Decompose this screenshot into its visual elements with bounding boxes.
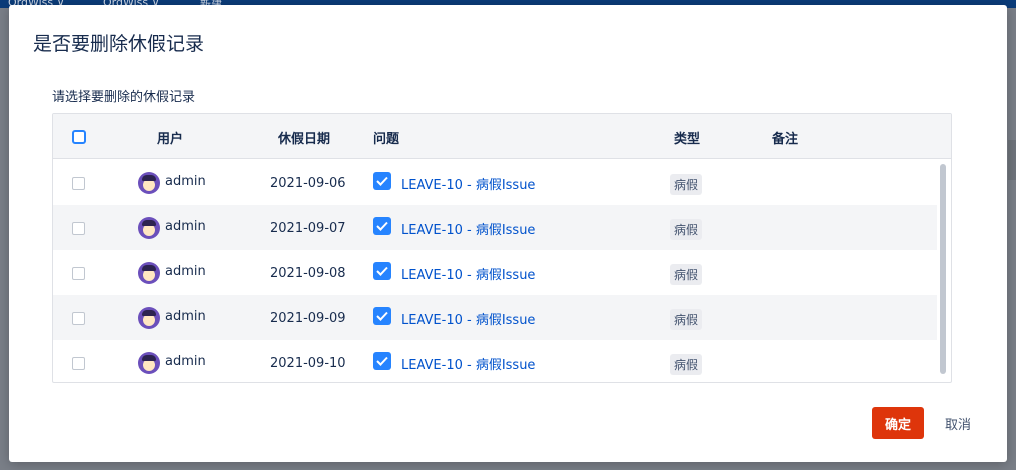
row-select-checkbox[interactable] — [72, 222, 85, 235]
dialog-subtitle: 请选择要删除的休假记录 — [52, 90, 196, 105]
select-all-checkbox[interactable] — [72, 130, 86, 144]
type-badge: 病假 — [670, 354, 703, 375]
table-scrollbar[interactable] — [939, 161, 947, 381]
row-date: 2021-09-09 — [270, 311, 346, 326]
check-icon — [376, 176, 388, 186]
avatar-icon — [138, 217, 160, 239]
background-strip — [1008, 140, 1016, 180]
row-select-checkbox[interactable] — [72, 267, 85, 280]
row-date: 2021-09-08 — [270, 266, 346, 281]
check-icon — [376, 311, 388, 321]
column-user: 用户 — [157, 132, 184, 147]
table-header: 用户 休假日期 问题 类型 备注 — [53, 114, 951, 159]
issue-link[interactable]: LEAVE-10 - 病假Issue — [401, 309, 535, 328]
issue-checkbox[interactable] — [373, 352, 391, 370]
row-date: 2021-09-10 — [270, 356, 346, 371]
column-date: 休假日期 — [278, 132, 331, 147]
avatar-icon — [138, 172, 160, 194]
type-badge: 病假 — [670, 174, 703, 195]
confirm-button[interactable]: 确定 — [872, 407, 924, 439]
issue-checkbox[interactable] — [373, 307, 391, 325]
issue-checkbox[interactable] — [373, 262, 391, 280]
row-date: 2021-09-06 — [270, 176, 346, 191]
scrollbar-thumb[interactable] — [940, 164, 946, 374]
row-select-checkbox[interactable] — [72, 177, 85, 190]
type-badge: 病假 — [670, 219, 703, 240]
issue-link[interactable]: LEAVE-10 - 病假Issue — [401, 264, 535, 283]
issue-link[interactable]: LEAVE-10 - 病假Issue — [401, 354, 535, 373]
column-issue: 问题 — [373, 132, 400, 147]
issue-checkbox[interactable] — [373, 172, 391, 190]
type-badge: 病假 — [670, 309, 703, 330]
column-note: 备注 — [772, 132, 799, 147]
avatar-icon — [138, 352, 160, 374]
dialog-title: 是否要删除休假记录 — [33, 33, 205, 55]
row-user: admin — [165, 174, 206, 189]
row-date: 2021-09-07 — [270, 221, 346, 236]
avatar-icon — [138, 307, 160, 329]
delete-leave-dialog: 是否要删除休假记录 请选择要删除的休假记录 用户 休假日期 问题 类型 备注 a… — [9, 5, 1007, 462]
row-user: admin — [165, 219, 206, 234]
row-select-checkbox[interactable] — [72, 312, 85, 325]
row-select-checkbox[interactable] — [72, 357, 85, 370]
check-icon — [376, 356, 388, 366]
column-type: 类型 — [674, 132, 701, 147]
table-row: admin 2021-09-10 LEAVE-10 - 病假Issue 病假 — [53, 340, 937, 382]
issue-checkbox[interactable] — [373, 217, 391, 235]
row-user: admin — [165, 264, 206, 279]
table-row: admin 2021-09-07 LEAVE-10 - 病假Issue 病假 — [53, 205, 937, 250]
table-row: admin 2021-09-08 LEAVE-10 - 病假Issue 病假 — [53, 250, 937, 295]
row-user: admin — [165, 354, 206, 369]
row-user: admin — [165, 309, 206, 324]
type-badge: 病假 — [670, 264, 703, 285]
table-row: admin 2021-09-09 LEAVE-10 - 病假Issue 病假 — [53, 295, 937, 340]
cancel-button[interactable]: 取消 — [934, 407, 982, 439]
check-icon — [376, 266, 388, 276]
avatar-icon — [138, 262, 160, 284]
leave-records-table: 用户 休假日期 问题 类型 备注 admin 2021-09-06 LEAVE-… — [52, 113, 952, 383]
table-row: admin 2021-09-06 LEAVE-10 - 病假Issue 病假 — [53, 160, 937, 205]
issue-link[interactable]: LEAVE-10 - 病假Issue — [401, 219, 535, 238]
check-icon — [376, 221, 388, 231]
issue-link[interactable]: LEAVE-10 - 病假Issue — [401, 174, 535, 193]
